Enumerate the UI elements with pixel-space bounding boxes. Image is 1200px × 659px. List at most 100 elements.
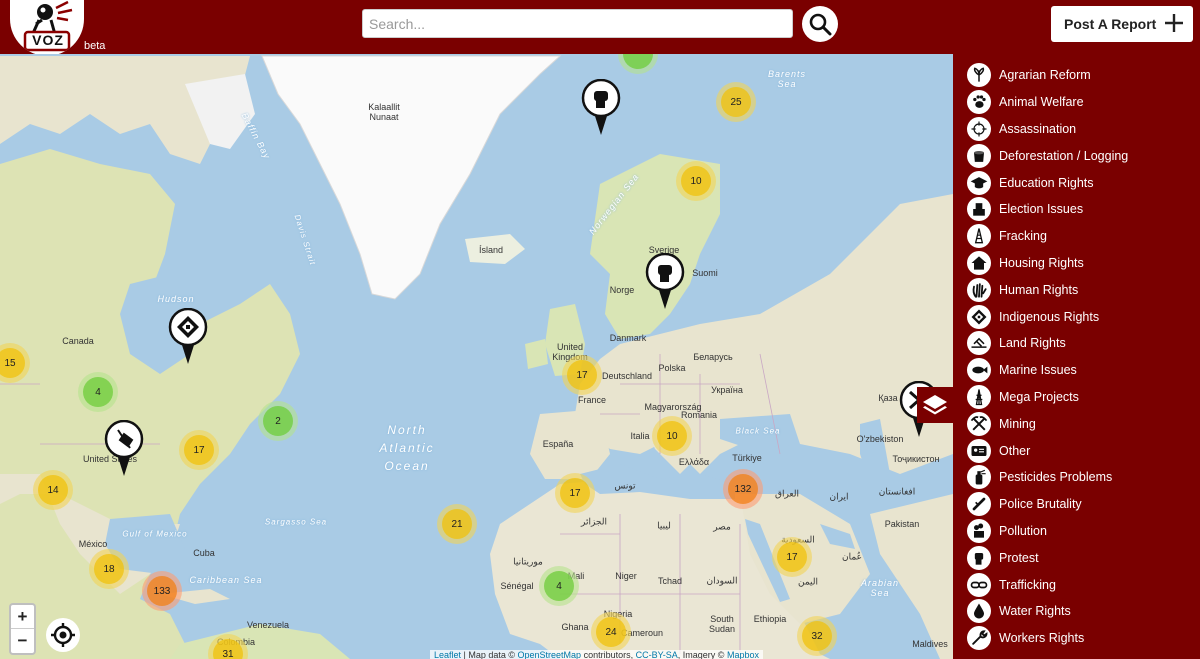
zoom-in-button[interactable]: + <box>11 605 34 629</box>
category-label: Indigenous Rights <box>999 309 1100 324</box>
stump-icon <box>967 143 991 168</box>
attribution-text: contributors, <box>581 650 636 659</box>
marker-cluster[interactable]: 4 <box>78 372 118 412</box>
label-tchad: Tchad <box>657 576 683 586</box>
category-item-protest[interactable]: Protest <box>953 544 1200 571</box>
category-item-animal-welfare[interactable]: Animal Welfare <box>953 89 1200 116</box>
post-report-button[interactable]: Post A Report <box>1051 6 1193 42</box>
category-item-agrarian-reform[interactable]: Agrarian Reform <box>953 62 1200 89</box>
label-tojikiston: Тоҷикистон <box>892 454 940 464</box>
label-sudan: السودان <box>706 575 738 586</box>
map[interactable]: Kalaallit Nunaat Baffin Bay Davis Strait… <box>0 54 953 659</box>
marker-cluster[interactable]: 21 <box>437 504 477 544</box>
marker-cluster[interactable]: 2 <box>258 401 298 441</box>
label-uzbekistan: O'zbekiston <box>856 434 904 444</box>
crosshair-icon <box>967 116 991 141</box>
layers-button[interactable] <box>917 387 953 423</box>
label-yemen: اليمن <box>797 576 819 587</box>
category-label: Education Rights <box>999 175 1094 190</box>
label-kazakhstan: Қаза <box>878 393 898 403</box>
app: VOZ beta Post A Report <box>0 0 1200 659</box>
report-pin-protest[interactable] <box>581 78 621 137</box>
category-item-education-rights[interactable]: Education Rights <box>953 169 1200 196</box>
marker-cluster[interactable]: 32 <box>797 616 837 656</box>
category-label: Assassination <box>999 121 1077 136</box>
marker-cluster[interactable]: 10 <box>652 416 692 456</box>
top-bar: VOZ beta Post A Report <box>0 0 1200 56</box>
category-label: Animal Welfare <box>999 95 1084 110</box>
marker-cluster[interactable]: 14 <box>33 470 73 510</box>
label-hudson: Hudson <box>157 294 195 304</box>
report-pin-fracking[interactable] <box>104 419 144 478</box>
category-item-human-rights[interactable]: Human Rights <box>953 276 1200 303</box>
label-iraq: العراق <box>774 488 800 499</box>
osm-link[interactable]: OpenStreetMap <box>518 650 582 659</box>
label-cuba: Cuba <box>193 548 215 558</box>
marker-cluster[interactable]: 133 <box>142 571 182 611</box>
category-item-election-issues[interactable]: Election Issues <box>953 196 1200 223</box>
label-black-sea: Black Sea <box>735 426 781 436</box>
label-ethiopia: Ethiopia <box>753 614 787 624</box>
marker-cluster[interactable]: 132 <box>723 469 763 509</box>
marker-cluster[interactable]: 24 <box>591 612 631 652</box>
category-item-marine-issues[interactable]: Marine Issues <box>953 357 1200 384</box>
leaflet-link[interactable]: Leaflet <box>434 650 461 659</box>
marker-cluster[interactable]: 25 <box>716 82 756 122</box>
attribution-text: , Imagery © <box>677 650 727 659</box>
drill-icon <box>967 224 991 249</box>
report-pin-indigenous-rights[interactable] <box>168 307 208 366</box>
report-pin-protest[interactable] <box>645 252 685 311</box>
hand-icon <box>967 277 991 302</box>
category-item-assassination[interactable]: Assassination <box>953 116 1200 143</box>
search-input[interactable] <box>362 9 793 38</box>
label-ellada: Ελλάδα <box>678 457 710 467</box>
search-button[interactable] <box>802 6 838 42</box>
category-label: Other <box>999 443 1031 458</box>
label-tunis: تونس <box>614 480 636 491</box>
label-island: Ísland <box>478 245 504 255</box>
category-item-mega-projects[interactable]: Mega Projects <box>953 384 1200 411</box>
category-item-housing-rights[interactable]: Housing Rights <box>953 250 1200 277</box>
category-label: Workers Rights <box>999 631 1085 646</box>
category-item-workers-rights[interactable]: Workers Rights <box>953 625 1200 652</box>
license-link[interactable]: CC-BY-SA <box>636 650 678 659</box>
category-item-trafficking[interactable]: Trafficking <box>953 571 1200 598</box>
category-item-indigenous-rights[interactable]: Indigenous Rights <box>953 303 1200 330</box>
category-label: Land Rights <box>999 336 1066 351</box>
category-label: Water Rights <box>999 604 1071 619</box>
marker-cluster[interactable]: 17 <box>555 473 595 513</box>
category-label: Police Brutality <box>999 497 1082 512</box>
category-item-pesticides-problems[interactable]: Pesticides Problems <box>953 464 1200 491</box>
label-south-sudan: South Sudan <box>708 614 736 634</box>
marker-cluster[interactable]: 10 <box>676 161 716 201</box>
category-item-land-rights[interactable]: Land Rights <box>953 330 1200 357</box>
category-item-pollution[interactable]: Pollution <box>953 518 1200 545</box>
indigenous-rights-icon <box>168 307 208 364</box>
category-item-deforestation-logging[interactable]: Deforestation / Logging <box>953 142 1200 169</box>
post-report-label: Post A Report <box>1064 16 1157 32</box>
voz-logo[interactable]: VOZ <box>10 0 84 56</box>
marker-cluster[interactable]: 4 <box>539 566 579 606</box>
ballot-icon <box>967 197 991 222</box>
mapbox-link[interactable]: Mapbox <box>727 650 759 659</box>
category-item-mining[interactable]: Mining <box>953 410 1200 437</box>
smoke-icon <box>967 518 991 543</box>
label-afghanistan: افغانستان <box>878 486 916 497</box>
label-greenland: Kalaallit Nunaat <box>368 102 400 122</box>
category-item-fracking[interactable]: Fracking <box>953 223 1200 250</box>
fish-icon <box>967 358 991 383</box>
label-polska: Polska <box>658 363 686 373</box>
label-maldives: Maldives <box>912 639 948 649</box>
marker-cluster[interactable]: 17 <box>562 355 602 395</box>
locate-button[interactable] <box>46 618 80 652</box>
marker-cluster[interactable]: 17 <box>179 430 219 470</box>
category-item-police-brutality[interactable]: Police Brutality <box>953 491 1200 518</box>
marker-cluster[interactable]: 18 <box>89 549 129 589</box>
zoom-control: + − <box>9 603 36 655</box>
category-item-water-rights[interactable]: Water Rights <box>953 598 1200 625</box>
fracking-icon <box>104 419 144 476</box>
category-item-other[interactable]: Other <box>953 437 1200 464</box>
marker-cluster[interactable]: 17 <box>772 537 812 577</box>
zoom-out-button[interactable]: − <box>11 629 34 653</box>
label-iran: ایران <box>829 491 849 502</box>
